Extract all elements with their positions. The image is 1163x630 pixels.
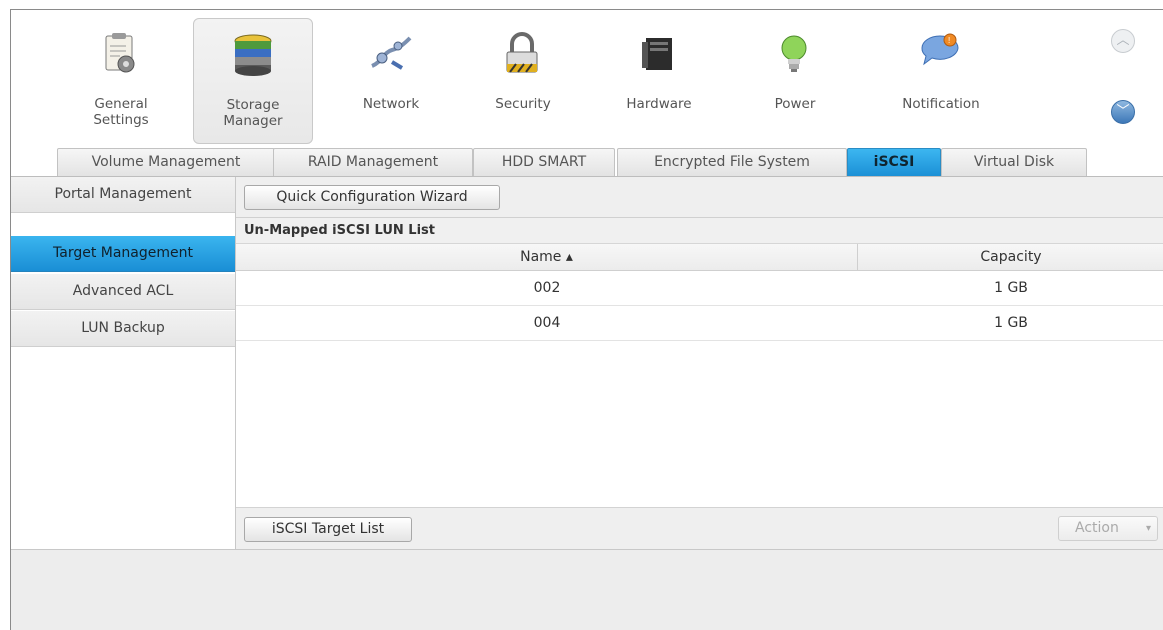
footer-bar (11, 549, 1163, 630)
sidebar: Portal Management Target Management Adva… (11, 177, 236, 549)
action-dropdown[interactable]: Action ▾ (1058, 516, 1158, 541)
svg-text:!: ! (948, 36, 950, 45)
section-title: Un-Mapped iSCSI LUN List (236, 218, 1163, 244)
cell-name: 002 (533, 280, 561, 296)
toolbar-security[interactable]: Security (463, 18, 583, 144)
chevron-up-icon: ︿ (1116, 33, 1130, 48)
tab-iscsi[interactable]: iSCSI (847, 148, 941, 176)
action-label: Action (1075, 520, 1119, 536)
general-settings-icon (105, 33, 135, 73)
toolbar-label: Storage Manager (223, 97, 283, 129)
tab-volume-management[interactable]: Volume Management (57, 148, 275, 176)
scroll-down-button[interactable]: ﹀ (1111, 100, 1135, 124)
cell-capacity: 1 GB (994, 315, 1028, 331)
sidebar-item-advanced-acl[interactable]: Advanced ACL (11, 274, 235, 310)
main-panel: Quick Configuration Wizard Un-Mapped iSC… (236, 177, 1163, 550)
toolbar-notification[interactable]: ! Notification (881, 18, 1001, 144)
toolbar-label: General Settings (93, 96, 149, 128)
toolbar-label: Security (495, 96, 551, 112)
hardware-icon (642, 38, 672, 70)
scroll-up-button[interactable]: ︿ (1111, 29, 1135, 53)
toolbar-network[interactable]: Network (331, 18, 451, 144)
cell-capacity: 1 GB (994, 280, 1028, 296)
table-row[interactable]: 004 1 GB (236, 306, 1163, 341)
column-header-capacity[interactable]: Capacity (858, 244, 1163, 270)
sidebar-item-target-management[interactable]: Target Management (11, 236, 235, 272)
toolbar-label: Power (774, 96, 816, 112)
toolbar-label: Notification (902, 96, 980, 112)
tab-hdd-smart[interactable]: HDD SMART (473, 148, 615, 176)
column-header-name[interactable]: Name ▴ (236, 244, 858, 270)
quick-configuration-wizard-button[interactable]: Quick Configuration Wizard (244, 185, 500, 210)
chevron-down-icon: ﹀ (1116, 104, 1130, 119)
notification-icon: ! (921, 33, 959, 66)
tab-raid-management[interactable]: RAID Management (273, 148, 473, 176)
toolbar-label: Network (362, 96, 420, 112)
chevron-down-icon: ▾ (1145, 523, 1151, 534)
network-icon (371, 36, 412, 70)
toolbar-general-settings[interactable]: General Settings (61, 18, 181, 144)
main-toolbar: Quick Configuration Wizard (236, 177, 1163, 218)
table-row[interactable]: 002 1 GB (236, 271, 1163, 306)
table-header: Name ▴ Capacity (236, 244, 1163, 271)
bottom-toolbar: iSCSI Target List Action ▾ (236, 507, 1163, 550)
toolbar-storage-manager[interactable]: Storage Manager (193, 18, 313, 144)
lock-icon (506, 32, 538, 73)
sidebar-item-portal-management[interactable]: Portal Management (11, 177, 235, 213)
iscsi-target-list-button[interactable]: iSCSI Target List (244, 517, 412, 542)
app-window: General Settings Storage Manager Network (10, 9, 1163, 630)
toolbar-label: Hardware (626, 96, 692, 112)
lightbulb-icon (781, 35, 807, 72)
cell-name: 004 (533, 315, 561, 331)
sidebar-item-lun-backup[interactable]: LUN Backup (11, 311, 235, 347)
tab-virtual-disk[interactable]: Virtual Disk (941, 148, 1087, 176)
storage-manager-icon (234, 34, 272, 76)
top-toolbar: General Settings Storage Manager Network (11, 10, 1163, 150)
toolbar-hardware[interactable]: Hardware (599, 18, 719, 144)
tab-encrypted-file-system[interactable]: Encrypted File System (617, 148, 847, 176)
toolbar-power[interactable]: Power (735, 18, 855, 144)
storage-tabs: Volume Management RAID Management HDD SM… (11, 148, 1163, 176)
